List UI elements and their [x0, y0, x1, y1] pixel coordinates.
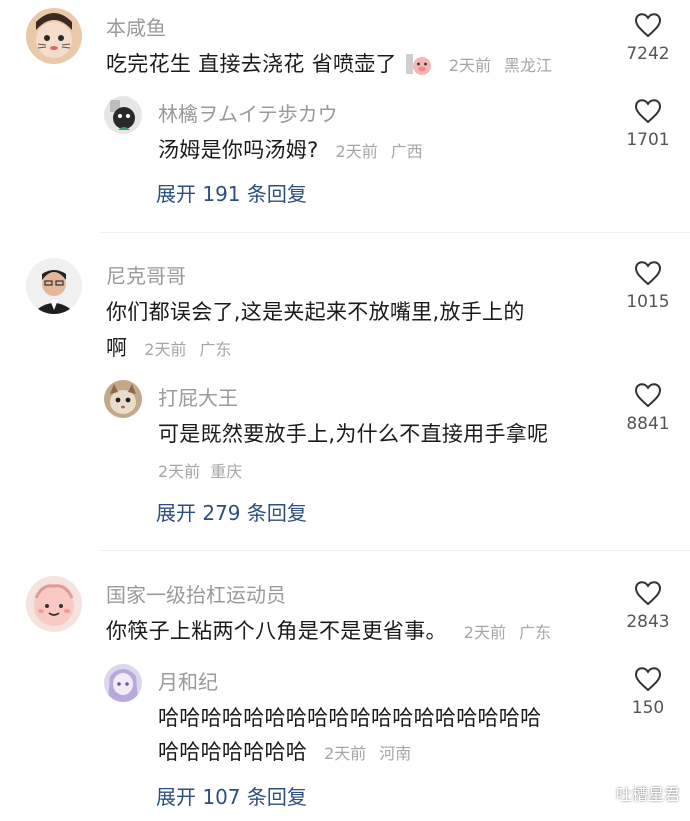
reply-time: 2天前 [158, 462, 201, 481]
divider [100, 232, 690, 233]
avatar[interactable] [104, 380, 142, 418]
like-button[interactable]: 7242 [618, 12, 678, 64]
like-count: 2843 [626, 612, 670, 632]
comment-author[interactable]: 尼克哥哥 [106, 260, 186, 289]
comment-text-content: 啊 [106, 336, 128, 360]
heart-outline-icon [634, 13, 662, 38]
watermark-text: 吐槽星君 [615, 785, 680, 804]
comment-author[interactable]: 国家一级抬杠运动员 [106, 579, 286, 608]
comment-text: 你们都误会了,这是夹起来不放嘴里,放手上的 [106, 300, 525, 324]
like-count: 1701 [626, 130, 670, 150]
avatar[interactable] [104, 664, 142, 702]
expand-replies-button[interactable]: 展开 191 条回复 [156, 178, 307, 207]
comment-location: 黑龙江 [504, 56, 553, 75]
comment-time: 2天前 [463, 623, 506, 642]
reply-author[interactable]: 打屁大王 [158, 382, 238, 411]
expand-replies-button[interactable]: 展开 107 条回复 [156, 781, 307, 810]
comment-text: 你筷子上粘两个八角是不是更省事。 2天前 广东 [106, 615, 551, 645]
heart-outline-icon [634, 99, 662, 124]
like-button[interactable]: 1015 [618, 260, 678, 312]
like-button[interactable]: 2843 [618, 580, 678, 632]
reply-author[interactable]: 林檎ヲムイテ歩カウ [158, 98, 338, 127]
comment-time: 2天前 [448, 56, 492, 75]
comment-text-content: 你筷子上粘两个八角是不是更省事。 [106, 619, 447, 643]
like-count: 150 [631, 698, 665, 718]
divider [100, 550, 690, 551]
avatar[interactable] [26, 258, 82, 314]
comment-text: 啊 2天前 广东 [106, 332, 231, 362]
like-count: 1015 [626, 292, 670, 312]
avatar[interactable] [104, 96, 142, 134]
reply-time: 2天前 [324, 744, 367, 763]
expand-replies-button[interactable]: 展开 279 条回复 [156, 497, 307, 526]
comment-location: 广东 [518, 623, 551, 642]
pig-sticker-icon [405, 52, 432, 78]
reply-text-content: 哈哈哈哈哈哈哈 [158, 740, 308, 764]
comment-location: 广东 [199, 340, 232, 359]
reply-author[interactable]: 月和纪 [158, 666, 218, 695]
reply-location: 河南 [379, 744, 412, 763]
heart-outline-icon [634, 261, 662, 286]
like-button[interactable]: 8841 [618, 382, 678, 434]
like-button[interactable]: 150 [618, 666, 678, 718]
avatar[interactable] [26, 8, 82, 64]
reply-text: 汤姆是你吗汤姆? 2天前 广西 [158, 134, 423, 164]
wechat-icon [588, 782, 610, 804]
like-button[interactable]: 1701 [618, 98, 678, 150]
reply-text: 可是既然要放手上,为什么不直接用手拿呢 [158, 422, 549, 446]
avatar[interactable] [26, 576, 82, 632]
watermark: 吐槽星君 [588, 781, 680, 805]
reply-time: 2天前 [335, 142, 378, 161]
comment-author[interactable]: 本咸鱼 [106, 12, 166, 41]
reply-text: 哈哈哈哈哈哈哈 2天前 河南 [158, 736, 411, 766]
comment-time: 2天前 [144, 340, 187, 359]
heart-outline-icon [634, 383, 662, 408]
reply-location: 广西 [390, 142, 423, 161]
comment-text-content: 吃完花生 直接去浇花 省喷壶了 [106, 52, 397, 76]
heart-outline-icon [634, 667, 662, 692]
heart-outline-icon [634, 581, 662, 606]
like-count: 8841 [626, 414, 670, 434]
reply-text: 哈哈哈哈哈哈哈哈哈哈哈哈哈哈哈哈哈哈 [158, 706, 542, 730]
reply-text-content: 汤姆是你吗汤姆? [158, 138, 319, 162]
reply-location: 重庆 [210, 462, 243, 481]
reply-meta: 2天前 重庆 [158, 458, 242, 482]
comment-text: 吃完花生 直接去浇花 省喷壶了 2天前 黑龙江 [106, 48, 552, 78]
like-count: 7242 [626, 44, 670, 64]
